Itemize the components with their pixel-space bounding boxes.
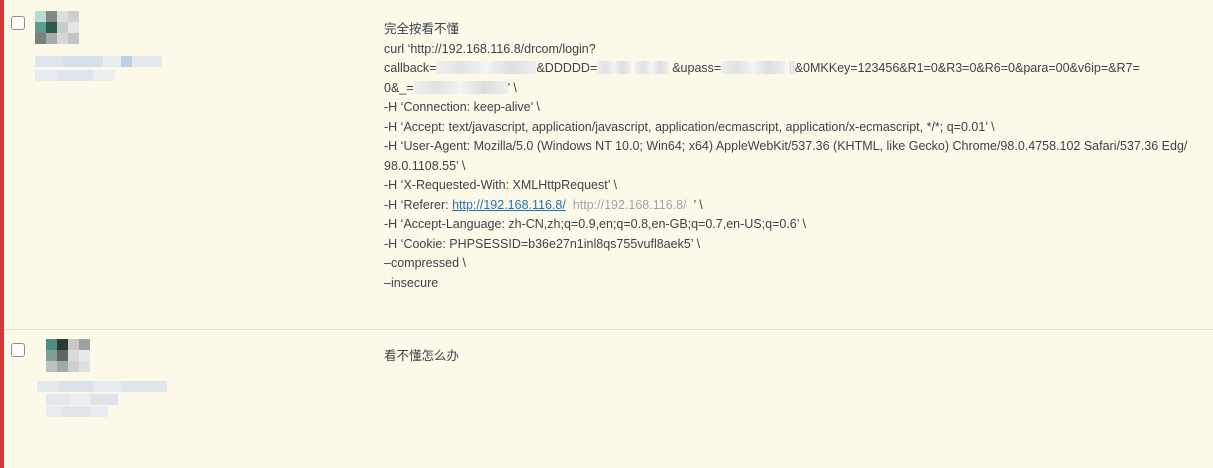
author-name-redacted: [35, 56, 162, 67]
header-connection: -H ‘Connection: keep-alive’ \: [384, 100, 540, 114]
redacted-value: [721, 61, 786, 74]
redacted-value: [597, 61, 632, 74]
author-name-redacted: [37, 381, 167, 392]
flag-insecure: –insecure: [384, 275, 439, 290]
callback-param: callback=: [384, 61, 437, 75]
comment-content: 完全按看不懂 curl ‘http://192.168.116.8/drcom/…: [384, 20, 1194, 293]
referer-link[interactable]: http://192.168.116.8/: [452, 198, 566, 212]
quote-close: ’ \: [507, 80, 517, 95]
author-email-redacted: [35, 70, 115, 81]
redacted-value: [413, 80, 508, 94]
upass-param: &upass=: [672, 61, 722, 75]
referer-plain-text: http://192.168.116.8/: [572, 197, 687, 212]
header-user-agent: -H ‘User-Agent: Mozilla/5.0 (Windows NT …: [384, 139, 1188, 173]
referer-prefix: -H ‘Referer:: [384, 197, 453, 212]
flag-compressed: –compressed \: [384, 256, 466, 270]
author-email-redacted: [46, 394, 118, 405]
header-cookie: -H ‘Cookie: PHPSESSID=b36e27n1inl8qs755v…: [384, 236, 701, 251]
redacted-value: [634, 61, 669, 74]
comment-content: 看不懂怎么办: [384, 347, 1194, 367]
header-x-requested-with: -H ‘X-Requested-With: XMLHttpRequest’ \: [384, 178, 617, 192]
comment-text: 看不懂怎么办: [384, 349, 460, 363]
comment-row: 完全按看不懂 curl ‘http://192.168.116.8/drcom/…: [4, 0, 1213, 330]
avatar: [35, 11, 79, 44]
avatar: [46, 339, 90, 372]
curl-timestamp-line: 0&_= ’ \: [384, 79, 1194, 99]
underscore-param: 0&_=: [384, 80, 414, 95]
author-ip-redacted: [46, 406, 108, 417]
ddddd-param: &DDDDD=: [536, 61, 598, 75]
referer-suffix: ’ \: [693, 197, 703, 212]
curl-command-line: curl ‘http://192.168.116.8/drcom/login?: [384, 41, 596, 56]
login-params: &0MKKey=123456&R1=0&R3=0&R6=0&para=00&v6…: [794, 61, 1140, 75]
comment-select-checkbox[interactable]: [11, 16, 25, 30]
curl-callback-line: callback= &DDDDD= &upass= &0MKKey=123456&…: [384, 59, 1194, 79]
header-referer: -H ‘Referer: http://192.168.116.8/ http:…: [384, 196, 1194, 216]
header-accept-language: -H ‘Accept-Language: zh-CN,zh;q=0.9,en;q…: [384, 217, 807, 231]
redacted-value: [436, 61, 537, 74]
comment-select-checkbox[interactable]: [11, 343, 25, 357]
comment-row: 看不懂怎么办: [4, 330, 1213, 468]
comment-title: 完全按看不懂: [384, 22, 460, 36]
header-accept: -H ‘Accept: text/javascript, application…: [384, 119, 995, 134]
